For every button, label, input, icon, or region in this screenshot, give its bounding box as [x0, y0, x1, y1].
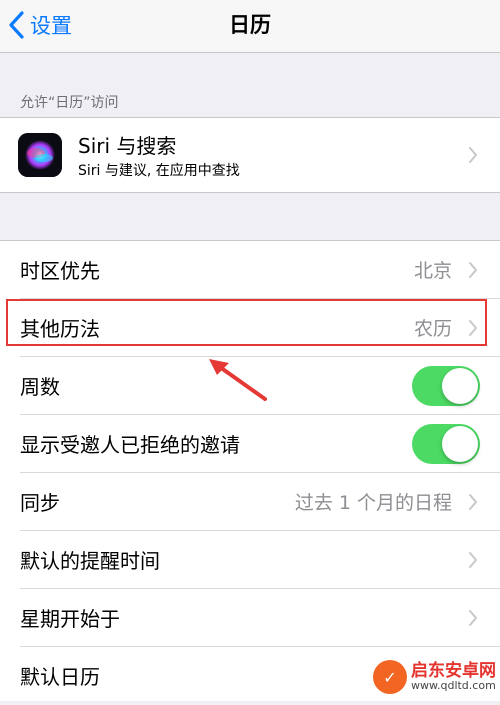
siri-search-row[interactable]: Siri 与搜索 Siri 与建议, 在应用中查找 [0, 117, 500, 193]
chevron-right-icon [469, 147, 477, 163]
siri-subtitle: Siri 与建议, 在应用中查找 [78, 163, 240, 179]
row-label: 默认日历 [20, 665, 100, 689]
week-numbers-toggle[interactable] [412, 366, 480, 406]
row-default-alert-times[interactable]: 默认的提醒时间 [0, 531, 500, 589]
watermark-name: 启东安卓网 [411, 660, 496, 681]
chevron-right-icon [469, 262, 477, 278]
row-value: 北京 [413, 260, 452, 282]
row-label: 时区优先 [20, 259, 100, 283]
row-value: 过去 1 个月的日程 [294, 492, 452, 514]
row-label: 显示受邀人已拒绝的邀请 [20, 433, 240, 457]
row-show-declined-invitees: 显示受邀人已拒绝的邀请 [0, 415, 500, 473]
siri-icon [18, 133, 62, 177]
row-label: 周数 [20, 375, 60, 399]
watermark: ✓ 启东安卓网 www.qdltd.com [373, 660, 496, 694]
row-timezone-override[interactable]: 时区优先 北京 [0, 241, 500, 299]
row-start-week-on[interactable]: 星期开始于 [0, 589, 500, 647]
chevron-right-icon [469, 494, 477, 510]
toggle-knob [442, 368, 478, 404]
row-label: 默认的提醒时间 [20, 549, 160, 573]
toggle-knob [442, 426, 478, 462]
row-label: 星期开始于 [20, 607, 120, 631]
page-title: 日历 [229, 13, 271, 37]
watermark-url: www.qdltd.com [411, 679, 496, 693]
row-sync[interactable]: 同步 过去 1 个月的日程 [0, 473, 500, 531]
watermark-logo-icon: ✓ [373, 660, 407, 694]
red-arrow-annotation [209, 359, 267, 401]
watermark-text: 启东安卓网 www.qdltd.com [411, 660, 496, 693]
highlight-box [6, 299, 487, 346]
siri-title: Siri 与搜索 [78, 134, 177, 158]
declined-invitees-toggle[interactable] [412, 424, 480, 464]
navigation-bar: 设置 日历 [0, 0, 500, 53]
chevron-right-icon [469, 610, 477, 626]
row-label: 同步 [20, 491, 60, 515]
section-header-access: 允许“日历”访问 [20, 95, 119, 111]
chevron-right-icon [469, 552, 477, 568]
